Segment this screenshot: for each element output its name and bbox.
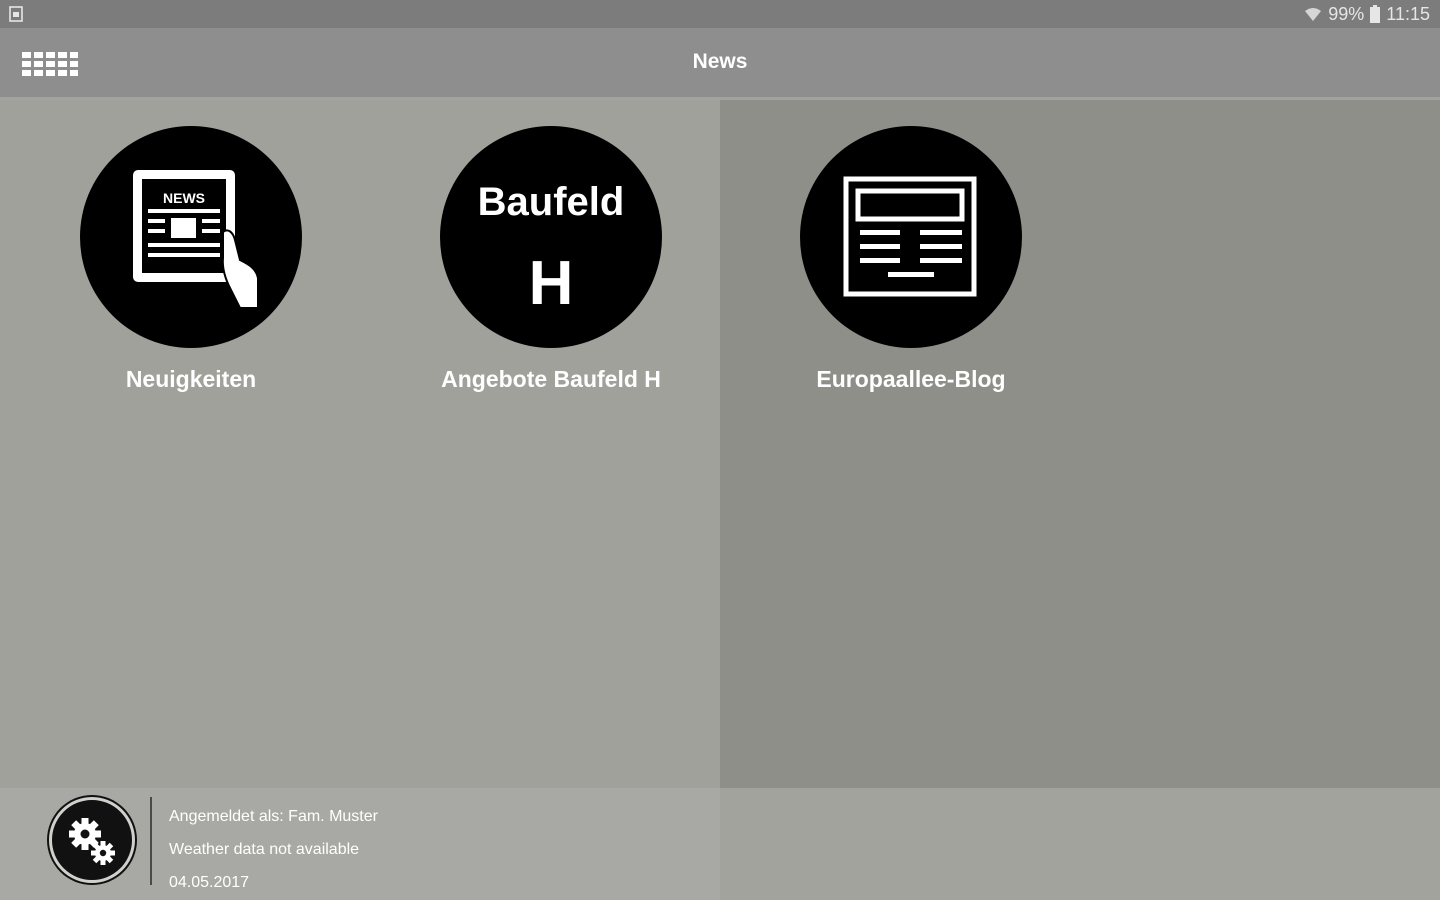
status-bar: 99% 11:15 — [0, 0, 1440, 28]
tile-icon-circle: Baufeld H — [440, 126, 662, 348]
tile-angebote-baufeld-h[interactable]: Baufeld H Angebote Baufeld H — [401, 126, 701, 393]
clock: 11:15 — [1386, 3, 1430, 24]
battery-icon — [1370, 5, 1381, 23]
tile-icon-circle — [800, 126, 1022, 348]
notification-icon — [9, 6, 23, 22]
app-bar: News — [0, 28, 1440, 100]
logged-in-text: Angemeldet als: Fam. Muster — [169, 808, 378, 825]
footer-divider — [150, 797, 152, 885]
battery-percentage: 99% — [1328, 3, 1365, 24]
tile-label: Europaallee-Blog — [816, 366, 1006, 392]
tile-icon-circle: NEWS — [80, 126, 302, 348]
tile-label: Neuigkeiten — [125, 366, 257, 392]
gears-icon — [69, 818, 115, 865]
newspaper-hand-icon: NEWS — [133, 170, 259, 309]
status-right: 99% 11:15 — [1304, 3, 1430, 25]
weather-text: Weather data not available — [169, 841, 360, 858]
tile-label: Angebote Baufeld H — [441, 366, 661, 392]
page-title: News — [692, 50, 748, 73]
footer-info: Angemeldet als: Fam. Muster Weather data… — [169, 800, 378, 899]
date-text: 04.05.2017 — [169, 874, 250, 891]
article-icon — [843, 176, 977, 297]
baufeld-icon-text: Baufeld — [477, 180, 625, 224]
wifi-icon — [1305, 8, 1322, 21]
settings-button[interactable] — [49, 797, 135, 883]
tile-europaallee-blog[interactable]: Europaallee-Blog — [761, 126, 1061, 393]
tile-neuigkeiten[interactable]: NEWS Neuigkeiten — [41, 126, 341, 393]
baufeld-icon-letter: H — [528, 249, 574, 318]
footer-right — [720, 788, 1440, 900]
news-icon-text: NEWS — [163, 190, 205, 206]
